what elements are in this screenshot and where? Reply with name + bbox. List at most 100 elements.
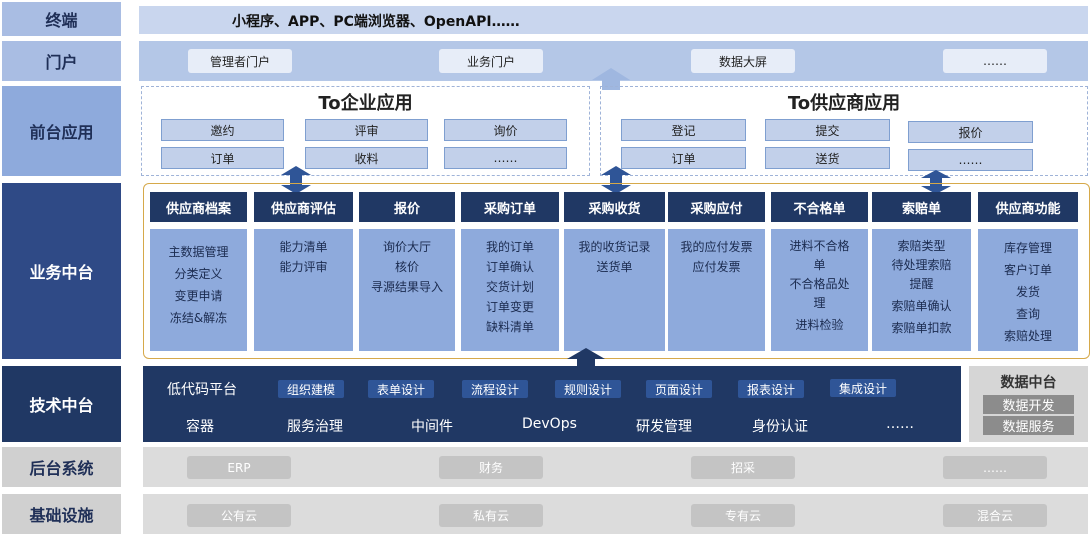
row-label-business: 业务中台 [2,183,121,359]
business-col-item: 冻结&解冻 [169,311,228,325]
business-col-item: 我的收货记录 [578,240,651,254]
backend-item[interactable]: ERP [187,456,291,479]
infra-item[interactable]: 混合云 [943,504,1047,527]
portal-item[interactable]: 数据大屏 [691,49,795,73]
lowcode-item[interactable]: 表单设计 [368,380,434,398]
business-col-item: 不合格品处 [789,277,850,291]
lowcode-item[interactable]: 报表设计 [738,380,804,398]
business-col-item: 索赔单确认 [891,299,952,313]
tech-service-item: 中间件 [411,419,453,435]
row-label-frontend: 前台应用 [2,86,121,176]
business-col-title[interactable]: 采购收货 [564,192,665,222]
business-col-item: 发货 [1015,285,1040,299]
business-col-title[interactable]: 采购应付 [668,192,765,222]
tech-service-item: DevOps [522,416,577,432]
business-col-item: 主数据管理 [168,245,229,259]
business-col-item: 索赔处理 [1003,329,1052,343]
business-col-item: 客户订单 [1003,263,1052,277]
business-col-item: 提醒 [909,277,934,291]
backend-item[interactable]: 财务 [439,456,543,479]
supplier-app-item[interactable]: 报价 [908,121,1033,143]
tech-service-item: 容器 [186,419,214,435]
row-label-tech: 技术中台 [2,366,121,442]
business-col-item: 能力评审 [279,260,328,274]
tech-service-item: …… [886,416,914,432]
enterprise-app-item[interactable]: …… [444,147,567,169]
business-col-item: 库存管理 [1003,241,1052,255]
business-col-body: 索赔类型 待处理索赔 提醒 索赔单确认 索赔单扣款 [872,229,971,351]
row-label-infra: 基础设施 [2,494,121,534]
business-col-title[interactable]: 供应商档案 [150,192,247,222]
supplier-app-item[interactable]: 订单 [621,147,746,169]
business-col-body: 我的应付发票 应付发票 [668,229,765,351]
enterprise-app-item[interactable]: 询价 [444,119,567,141]
business-col-item: 订单变更 [485,300,534,314]
infra-item[interactable]: 公有云 [187,504,291,527]
business-col-body: 询价大厅 核价 寻源结果导入 [359,229,455,351]
business-col-title[interactable]: 供应商评估 [254,192,353,222]
enterprise-app-item[interactable]: 邀约 [161,119,284,141]
enterprise-app-item[interactable]: 订单 [161,147,284,169]
portal-item[interactable]: 业务门户 [439,49,543,73]
backend-item[interactable]: …… [943,456,1047,479]
lowcode-platform-title: 低代码平台 [167,382,237,398]
data-platform-title: 数据中台 [1000,375,1057,391]
lowcode-item[interactable]: 集成设计 [830,379,896,397]
business-col-item: 核价 [394,260,419,274]
business-col-title[interactable]: 供应商功能 [978,192,1078,222]
enterprise-app-title: To企业应用 [318,93,413,114]
business-col-item: 进料检验 [795,318,844,332]
enterprise-app-item[interactable]: 评审 [305,119,428,141]
business-col-item: 寻源结果导入 [370,280,443,294]
business-col-item: 进料不合格 [789,239,850,253]
supplier-app-item[interactable]: 送货 [765,147,890,169]
enterprise-app-item[interactable]: 收料 [305,147,428,169]
business-col-item: 分类定义 [174,267,223,281]
business-col-item: 送货单 [596,260,633,274]
business-col-item: 待处理索赔 [891,258,952,272]
business-col-body: 能力清单 能力评审 [254,229,353,351]
business-col-item: 我的订单 [485,240,534,254]
business-col-body: 库存管理 客户订单 发货 查询 索赔处理 [978,229,1078,351]
business-col-item: 变更申请 [174,289,223,303]
terminal-content: 小程序、APP、PC端浏览器、OpenAPI…… [232,14,520,30]
infra-item[interactable]: 私有云 [439,504,543,527]
up-arrow-icon [567,348,605,368]
row-label-terminal: 终端 [2,2,121,36]
business-col-item: 询价大厅 [382,240,431,254]
business-col-item: 索赔单扣款 [891,321,952,335]
supplier-app-item[interactable]: …… [908,149,1033,171]
tech-service-item: 身份认证 [752,419,808,435]
business-col-body: 我的收货记录 送货单 [564,229,665,351]
business-col-body: 我的订单 订单确认 交货计划 订单变更 缺料清单 [461,229,559,351]
lowcode-item[interactable]: 组织建模 [278,380,344,398]
lowcode-item[interactable]: 规则设计 [555,380,621,398]
supplier-app-item[interactable]: 提交 [765,119,890,141]
data-platform-item[interactable]: 数据服务 [983,416,1074,435]
row-label-backend: 后台系统 [2,447,121,487]
supplier-app-item[interactable]: 登记 [621,119,746,141]
portal-item[interactable]: 管理者门户 [188,49,292,73]
tech-service-item: 服务治理 [287,419,343,435]
business-col-title[interactable]: 索赔单 [872,192,971,222]
backend-item[interactable]: 招采 [691,456,795,479]
business-col-item: 应付发票 [692,260,741,274]
business-col-body: 主数据管理 分类定义 变更申请 冻结&解冻 [150,229,247,351]
business-col-title[interactable]: 采购订单 [461,192,559,222]
lowcode-item[interactable]: 页面设计 [646,380,712,398]
business-col-item: 查询 [1015,307,1040,321]
data-platform-item[interactable]: 数据开发 [983,395,1074,414]
business-col-item: 交货计划 [485,280,534,294]
row-label-portal: 门户 [2,41,121,81]
business-col-item: 能力清单 [279,240,328,254]
business-col-title[interactable]: 不合格单 [771,192,868,222]
business-col-item: 索赔类型 [897,239,946,253]
tech-service-item: 研发管理 [636,419,692,435]
infra-item[interactable]: 专有云 [691,504,795,527]
portal-item[interactable]: …… [943,49,1047,73]
business-col-item: 订单确认 [485,260,534,274]
business-col-item: 缺料清单 [485,320,534,334]
lowcode-item[interactable]: 流程设计 [462,380,528,398]
business-col-item: 理 [813,296,826,310]
business-col-title[interactable]: 报价 [359,192,455,222]
